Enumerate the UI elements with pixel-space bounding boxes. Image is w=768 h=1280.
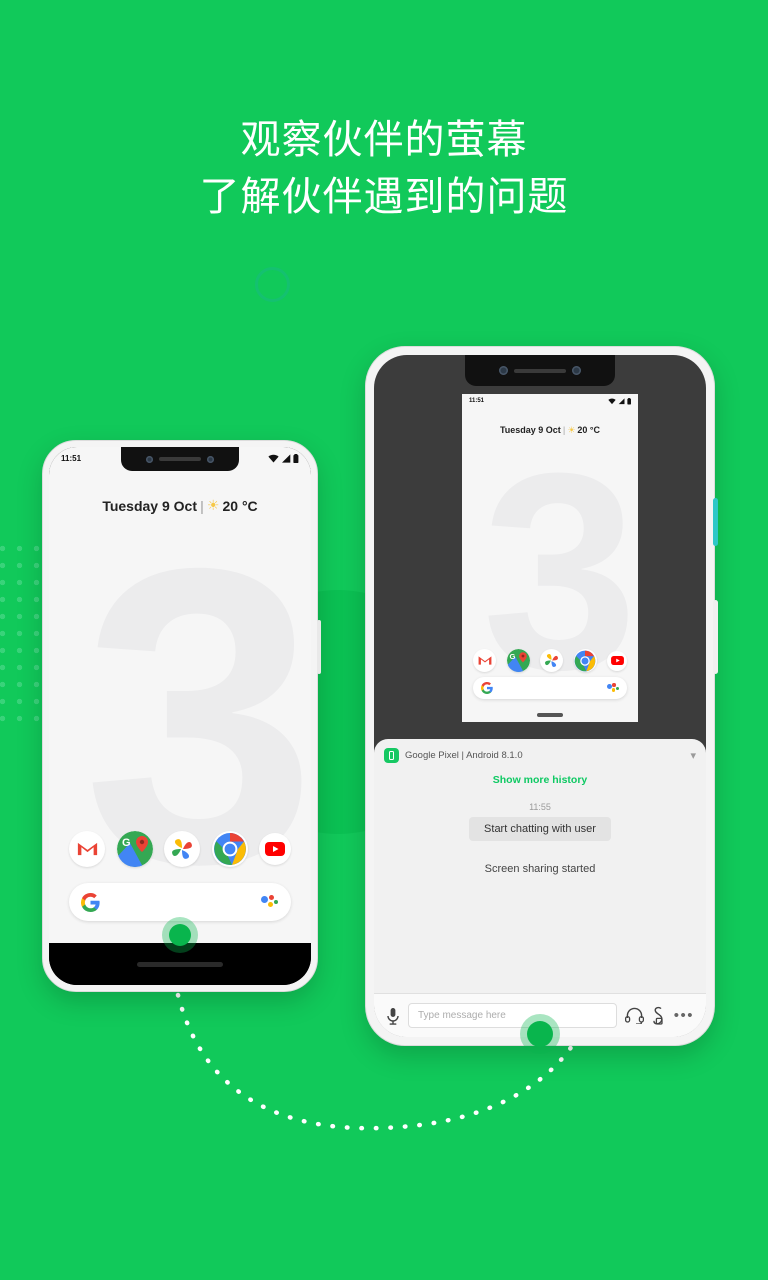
phone-right: 3 11:51 Tuesday 9 Oct | ☀ 20 °C G Google…	[365, 346, 718, 1047]
svg-text:G: G	[509, 652, 515, 661]
assistant-icon[interactable]	[261, 895, 279, 909]
chat-body: Show more history 11:55 Start chatting w…	[374, 770, 706, 993]
microphone-icon[interactable]	[386, 1007, 400, 1025]
shared-statusbar-icons	[607, 398, 632, 405]
shared-dock: G	[473, 649, 627, 672]
shared-weather-date: Tuesday 9 Oct	[499, 425, 561, 435]
chat-system-message: Screen sharing started	[484, 863, 596, 875]
front-camera-icon	[499, 366, 508, 375]
wifi-icon	[607, 398, 616, 405]
more-options-icon[interactable]: •••	[674, 1008, 694, 1023]
shared-statusbar: 11:51	[462, 394, 638, 405]
app-icon-photos[interactable]	[164, 831, 200, 867]
weather-separator: |	[200, 497, 204, 514]
google-g-icon	[81, 892, 100, 912]
chevron-down-icon[interactable]: ▾	[690, 749, 696, 762]
headline-line-2: 了解伙伴遇到的问题	[199, 174, 569, 219]
signal-icon	[282, 454, 291, 463]
home-pill-indicator[interactable]	[537, 713, 563, 717]
earpiece-speaker	[514, 368, 566, 373]
front-camera-secondary-icon	[207, 455, 214, 463]
weather-temperature: 20 °C	[222, 497, 258, 514]
wifi-icon	[268, 454, 279, 463]
phone-left-screen[interactable]: 3 11:51 Tuesday 9 Oct | ☀ 20 °C G	[49, 447, 311, 985]
pen-tool-icon[interactable]	[652, 1006, 666, 1026]
google-g-icon	[481, 682, 493, 694]
signal-icon	[618, 398, 625, 405]
phone-right-volume-button[interactable]	[713, 600, 718, 674]
shared-weather-temperature: 20 °C	[577, 425, 601, 435]
phone-left-chin	[49, 943, 311, 985]
app-icon-maps[interactable]: G	[506, 649, 530, 672]
battery-icon	[626, 398, 631, 405]
message-input[interactable]: Type message here	[408, 1003, 617, 1028]
svg-text:G: G	[122, 837, 131, 849]
phone-left-side-button[interactable]	[317, 620, 321, 674]
shared-statusbar-time: 11:51	[469, 398, 485, 405]
show-more-history-link[interactable]: Show more history	[374, 774, 706, 786]
phone-left-weather-widget[interactable]: Tuesday 9 Oct | ☀ 20 °C	[49, 497, 311, 514]
sun-icon: ☀	[206, 497, 220, 513]
phone-left-notch	[121, 447, 239, 471]
maps-icon: G	[506, 649, 530, 672]
phone-right-notch	[465, 355, 615, 386]
statusbar-icons	[268, 454, 299, 463]
app-icon-gmail[interactable]	[473, 649, 496, 672]
phone-left-homescreen: 3 11:51 Tuesday 9 Oct | ☀ 20 °C G	[49, 447, 311, 943]
headline-line-1: 观察伙伴的萤幕	[240, 118, 528, 162]
page-title: 观察伙伴的萤幕 了解伙伴遇到的问题	[0, 112, 768, 226]
headset-icon[interactable]	[624, 1007, 644, 1024]
chrome-icon	[213, 833, 246, 865]
chat-message-bubble[interactable]: Start chatting with user	[469, 817, 611, 841]
phone-right-screen[interactable]: 3 11:51 Tuesday 9 Oct | ☀ 20 °C G Google…	[374, 355, 706, 1037]
youtube-icon	[610, 656, 624, 665]
app-icon-youtube[interactable]	[607, 650, 627, 671]
screen-share-indicator-right	[527, 1021, 553, 1047]
app-icon-gmail[interactable]	[69, 831, 105, 867]
teal-ring-icon	[255, 267, 290, 302]
shared-weather-separator: |	[562, 425, 566, 435]
photos-icon	[545, 654, 558, 667]
chrome-icon	[574, 650, 596, 671]
message-timestamp: 11:55	[529, 802, 551, 812]
app-icon-chrome[interactable]	[573, 649, 597, 672]
app-icon-maps[interactable]: G	[116, 831, 153, 867]
app-icon-chrome[interactable]	[211, 831, 248, 867]
screen-share-indicator-left	[169, 924, 191, 946]
bottom-speaker-grille	[137, 961, 223, 967]
chat-sheet: Google Pixel | Android 8.1.0 ▾ Show more…	[374, 739, 706, 1037]
gmail-icon	[478, 656, 491, 665]
shared-weather-widget: Tuesday 9 Oct | ☀ 20 °C	[462, 425, 638, 436]
earpiece-speaker	[159, 457, 201, 461]
app-icon-youtube[interactable]	[259, 833, 291, 865]
maps-icon: G	[116, 831, 153, 867]
google-search-bar[interactable]	[69, 883, 291, 921]
statusbar-time: 11:51	[61, 454, 82, 463]
shared-google-search-bar[interactable]	[473, 677, 627, 699]
gmail-icon	[77, 842, 97, 856]
front-camera-icon	[146, 455, 153, 463]
phone-left: 3 11:51 Tuesday 9 Oct | ☀ 20 °C G	[42, 440, 321, 992]
device-phone-icon	[384, 748, 399, 763]
battery-icon	[293, 454, 299, 463]
phone-left-dock: G	[69, 831, 291, 867]
assistant-icon[interactable]	[607, 683, 619, 693]
photos-icon	[172, 839, 192, 859]
chat-device-title: Google Pixel | Android 8.1.0	[405, 750, 523, 761]
phone-right-power-button[interactable]	[713, 498, 718, 546]
sun-icon: ☀	[567, 424, 576, 435]
app-icon-photos[interactable]	[540, 649, 563, 672]
weather-date: Tuesday 9 Oct	[102, 497, 197, 514]
shared-screen-view[interactable]: 3 11:51 Tuesday 9 Oct | ☀ 20 °C G	[462, 394, 638, 722]
front-camera-secondary-icon	[572, 366, 581, 375]
chat-header[interactable]: Google Pixel | Android 8.1.0 ▾	[374, 739, 706, 770]
youtube-icon	[265, 842, 285, 856]
